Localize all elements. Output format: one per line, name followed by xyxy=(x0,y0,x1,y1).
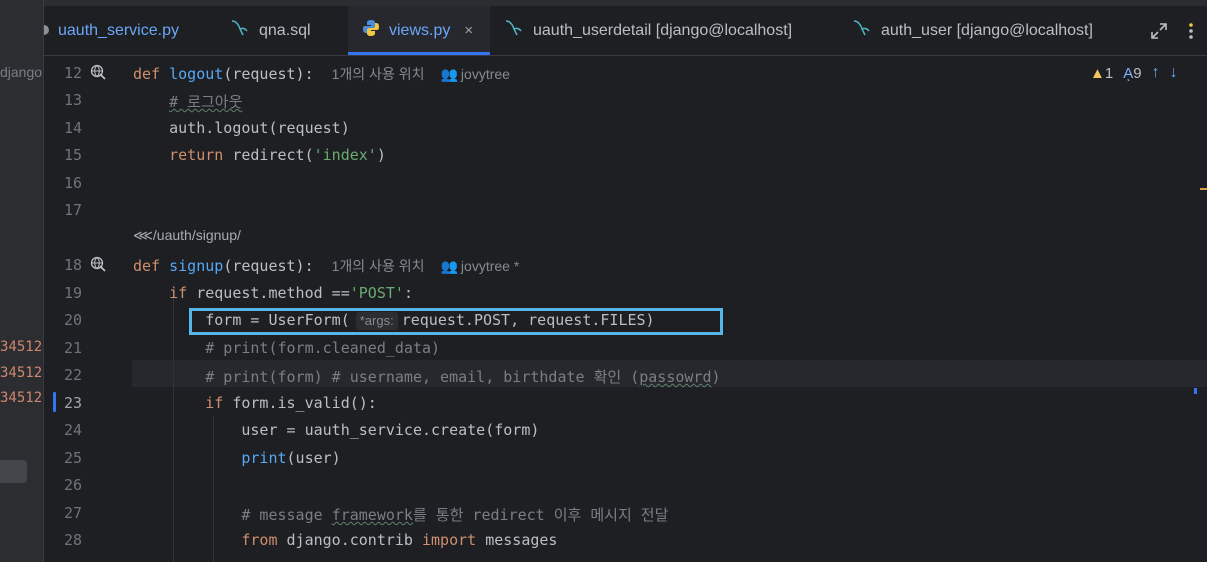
warning-icon: ▲ xyxy=(1090,64,1105,82)
scrollbar-marker[interactable] xyxy=(1194,388,1197,394)
db-table-icon xyxy=(852,19,872,42)
line-number: 20 xyxy=(63,311,82,329)
sql-file-icon xyxy=(230,19,250,42)
line-number: 24 xyxy=(63,421,82,439)
code-line-24: user = uauth_service.create(form) xyxy=(241,421,540,439)
endpoint-icon[interactable] xyxy=(90,256,106,275)
line-number: 25 xyxy=(63,449,82,467)
close-icon[interactable]: × xyxy=(464,22,473,39)
line-number: 26 xyxy=(63,476,82,494)
code-line-12: def logout(request): 1개의 사용 위치 👥 jovytree xyxy=(133,65,510,83)
author-icon: 👥 xyxy=(440,66,458,82)
warning-count: 1 xyxy=(1104,64,1114,82)
line-number: 17 xyxy=(63,201,82,219)
line-number: 27 xyxy=(63,504,82,522)
code-line-22: # print(form) # username, email, birthda… xyxy=(205,368,721,386)
left-line-fragment: 34512 xyxy=(0,365,43,381)
line-number: 19 xyxy=(63,284,82,302)
code-line-13: # 로그아웃 xyxy=(169,93,243,111)
share-icon: ⋘ xyxy=(133,227,153,243)
left-selection[interactable] xyxy=(0,460,27,483)
typo-icon: Aͅ xyxy=(1123,64,1134,82)
line-number-current: 23 xyxy=(63,394,82,412)
line-number: 18 xyxy=(63,256,82,274)
line-number: 28 xyxy=(63,531,82,549)
tab-qna-sql[interactable]: qna.sql xyxy=(230,6,311,55)
tab-uauth-service[interactable]: uauth_service.py xyxy=(58,6,179,55)
tab-label: views.py xyxy=(389,21,451,39)
vcs-change-marker[interactable] xyxy=(53,392,56,412)
expand-icon[interactable] xyxy=(1150,6,1168,55)
more-vertical-icon[interactable] xyxy=(1188,6,1194,55)
inspection-widget[interactable]: ▲1 Aͅ9 ↑ ↓ xyxy=(1090,64,1178,82)
next-problem-icon[interactable]: ↓ xyxy=(1170,64,1178,82)
tab-uauth-userdetail[interactable]: uauth_userdetail [django@localhost] xyxy=(504,6,792,55)
tab-label: uauth_service.py xyxy=(58,21,179,39)
left-line-fragment: 34512 xyxy=(0,339,43,355)
route-hint[interactable]: ⋘/uauth/signup/ xyxy=(133,227,241,244)
scrollbar-marker[interactable] xyxy=(1200,188,1207,190)
previous-problem-icon[interactable]: ↑ xyxy=(1152,64,1160,82)
warning-indicator[interactable]: ▲1 xyxy=(1090,65,1113,82)
tab-label: uauth_userdetail [django@localhost] xyxy=(533,21,793,39)
line-number: 21 xyxy=(63,339,82,357)
author-icon: 👥 xyxy=(440,258,458,274)
code-line-27: # message framework를 통한 redirect 이후 메시지 … xyxy=(241,506,669,524)
code-line-19: if request.method =='POST': xyxy=(169,284,413,302)
typo-indicator[interactable]: Aͅ9 xyxy=(1123,65,1141,82)
line-number: 12 xyxy=(63,64,82,82)
line-number: 15 xyxy=(63,146,82,164)
project-name-fragment[interactable]: django xyxy=(0,64,42,80)
code-editor[interactable]: 12 13 14 15 16 17 18 19 20 21 22 23 24 2… xyxy=(44,56,1207,562)
left-line-fragment: 34512 xyxy=(0,390,43,406)
tab-overflow-indicator-icon xyxy=(44,25,49,35)
tab-label: auth_user [django@localhost] xyxy=(881,21,1093,39)
tab-auth-user[interactable]: auth_user [django@localhost] xyxy=(852,6,1093,55)
highlight-box xyxy=(189,308,723,335)
code-line-23: if form.is_valid(): xyxy=(205,394,377,412)
python-file-icon xyxy=(362,19,380,42)
code-line-15: return redirect('index') xyxy=(169,146,386,164)
code-line-25: print(user) xyxy=(241,449,341,467)
code-line-14: auth.logout(request) xyxy=(169,119,350,137)
db-table-icon xyxy=(504,19,524,42)
project-tool-window: django 34512 34512 34512 xyxy=(0,0,43,562)
code-line-21: # print(form.cleaned_data) xyxy=(205,339,441,357)
usage-hint[interactable]: 1개의 사용 위치 👥 jovytree xyxy=(332,66,510,82)
typo-count: 9 xyxy=(1133,64,1142,82)
tab-views-py[interactable]: views.py × xyxy=(348,6,490,55)
tab-label: qna.sql xyxy=(259,21,311,39)
code-line-18: def signup(request): 1개의 사용 위치 👥 jovytree * xyxy=(133,257,520,275)
line-number: 22 xyxy=(63,366,82,384)
editor-tab-bar: uauth_service.py qna.sql views.py × uaut… xyxy=(44,0,1207,56)
usage-hint[interactable]: 1개의 사용 위치 👥 jovytree * xyxy=(332,258,520,274)
line-number: 13 xyxy=(63,91,82,109)
endpoint-icon[interactable] xyxy=(90,64,106,83)
line-number: 14 xyxy=(63,119,82,137)
line-number: 16 xyxy=(63,174,82,192)
code-line-28: from django.contrib import messages xyxy=(241,531,558,549)
